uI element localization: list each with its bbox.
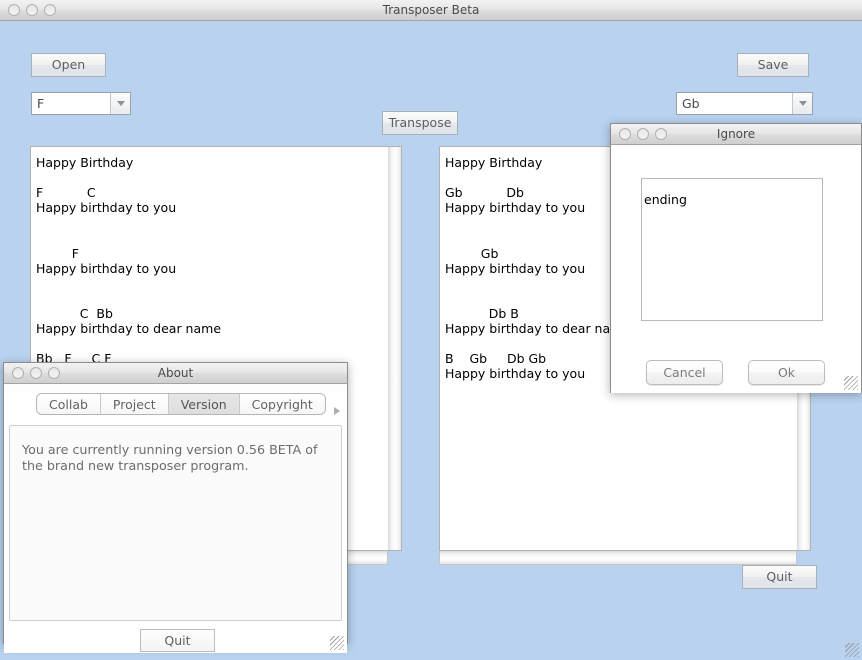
close-light[interactable] bbox=[619, 128, 631, 140]
about-tab-panel: You are currently running version 0.56 B… bbox=[9, 425, 342, 621]
ignore-content-area: ending Cancel Ok bbox=[611, 145, 861, 393]
chevron-down-icon[interactable] bbox=[792, 93, 812, 114]
cancel-button[interactable]: Cancel bbox=[646, 360, 723, 385]
tab-version[interactable]: Version bbox=[168, 394, 240, 414]
tab-project[interactable]: Project bbox=[100, 394, 169, 414]
main-resize-grip[interactable] bbox=[845, 643, 859, 657]
target-key-combo[interactable]: Gb bbox=[676, 92, 813, 115]
main-titlebar[interactable]: Transposer Beta bbox=[0, 0, 862, 21]
source-vertical-scrollbar[interactable] bbox=[388, 147, 401, 550]
target-horizontal-scrollbar[interactable] bbox=[439, 551, 797, 565]
close-light[interactable] bbox=[12, 367, 24, 379]
ignore-resize-grip[interactable] bbox=[844, 376, 858, 390]
save-button[interactable]: Save bbox=[737, 53, 809, 77]
target-key-value: Gb bbox=[682, 96, 700, 111]
about-version-text: You are currently running version 0.56 B… bbox=[22, 442, 318, 473]
about-tabs[interactable]: Collab Project Version Copyright bbox=[36, 393, 326, 415]
tab-copyright[interactable]: Copyright bbox=[239, 394, 325, 414]
about-quit-button[interactable]: Quit bbox=[140, 629, 215, 652]
open-button[interactable]: Open bbox=[31, 53, 106, 77]
quit-button[interactable]: Quit bbox=[742, 565, 817, 589]
chevron-down-icon[interactable] bbox=[110, 93, 130, 114]
about-tabstrip: Collab Project Version Copyright bbox=[4, 393, 347, 417]
ignore-titlebar[interactable]: Ignore bbox=[611, 124, 861, 145]
ignore-window: Ignore ending Cancel Ok bbox=[610, 123, 862, 393]
window-controls[interactable] bbox=[8, 4, 56, 16]
about-resize-grip[interactable] bbox=[330, 636, 344, 650]
minimize-light[interactable] bbox=[30, 367, 42, 379]
zoom-light[interactable] bbox=[44, 4, 56, 16]
zoom-light[interactable] bbox=[48, 367, 60, 379]
ok-button[interactable]: Ok bbox=[748, 360, 825, 385]
transpose-button[interactable]: Transpose bbox=[382, 111, 458, 135]
minimize-light[interactable] bbox=[26, 4, 38, 16]
main-window-title: Transposer Beta bbox=[382, 2, 480, 17]
source-key-combo[interactable]: F bbox=[31, 92, 131, 115]
tab-collab[interactable]: Collab bbox=[37, 394, 101, 414]
about-content-area: Collab Project Version Copyright You are… bbox=[4, 393, 347, 653]
minimize-light[interactable] bbox=[637, 128, 649, 140]
tab-overflow-arrow-icon[interactable] bbox=[334, 407, 340, 415]
about-window-controls[interactable] bbox=[12, 367, 60, 379]
ignore-textarea[interactable]: ending bbox=[641, 178, 823, 321]
close-light[interactable] bbox=[8, 4, 20, 16]
ignore-window-controls[interactable] bbox=[619, 128, 667, 140]
zoom-light[interactable] bbox=[655, 128, 667, 140]
about-titlebar[interactable]: About bbox=[4, 363, 347, 384]
source-key-value: F bbox=[37, 96, 45, 111]
about-window: About Collab Project Version Copyright Y… bbox=[3, 362, 348, 653]
